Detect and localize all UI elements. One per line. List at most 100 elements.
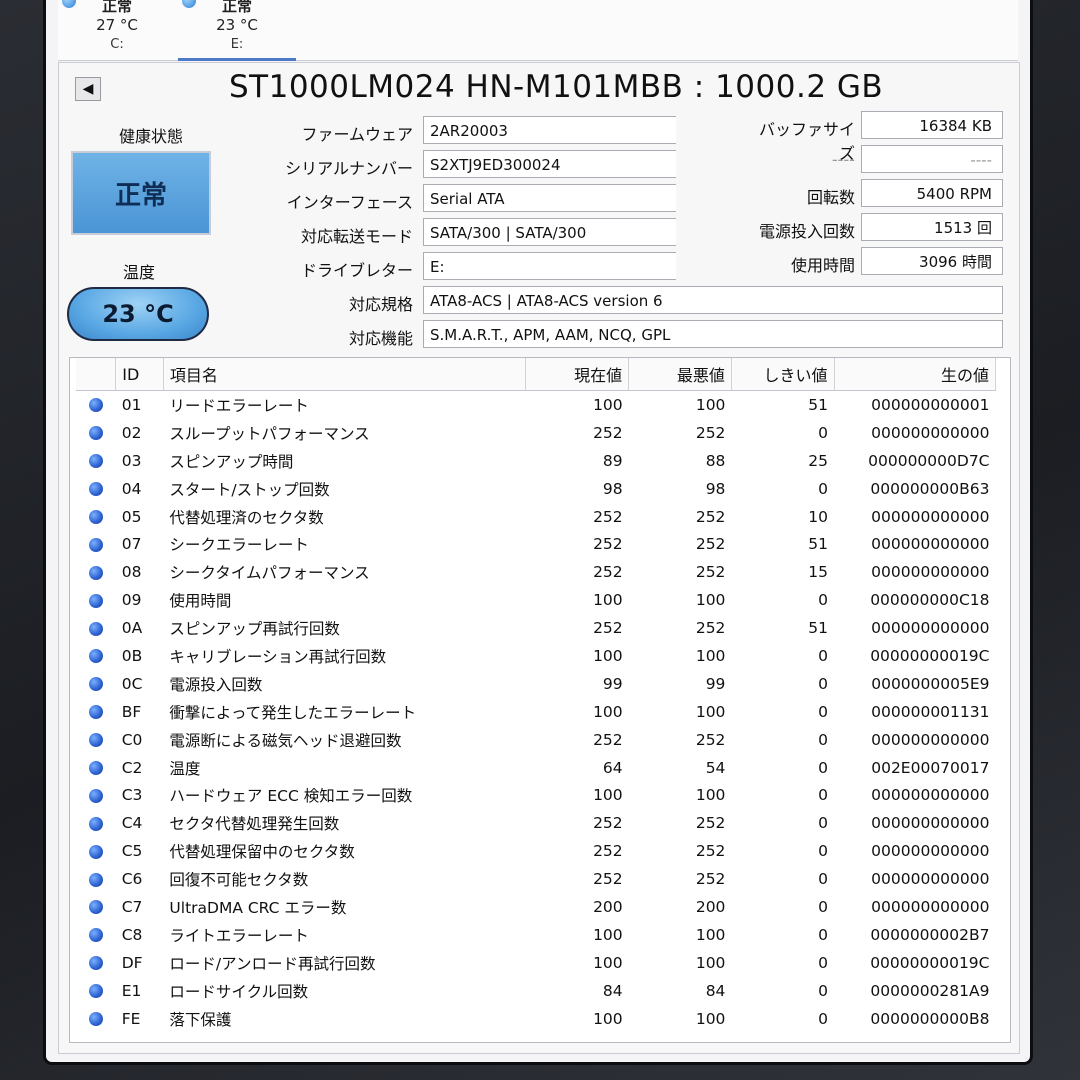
attribute-current: 252 — [593, 507, 623, 526]
attribute-id: C4 — [121, 814, 143, 833]
table-row[interactable]: C3 ハードウェア ECC 検知エラー回数 100 100 0 000000000000 — [76, 781, 996, 809]
attribute-name: 代替処理済のセクタ数 — [169, 508, 324, 527]
attribute-name: セクタ代替処理発生回数 — [169, 815, 340, 834]
table-row[interactable]: 01 リードエラーレート 100 100 51 000000000001 — [76, 391, 996, 419]
attribute-id: C3 — [121, 786, 143, 805]
attribute-id: C8 — [121, 925, 143, 944]
attribute-name: 電源断による磁気ヘッド退避回数 — [169, 731, 402, 750]
attribute-worst: 98 — [705, 479, 726, 498]
table-row[interactable]: 0B キャリブレーション再試行回数 100 100 0 00000000019C — [76, 642, 996, 670]
table-row[interactable]: 04 スタート/ストップ回数 98 98 0 000000000B63 — [76, 475, 996, 503]
table-body: 01 リードエラーレート 100 100 51 000000000001 02 スループット… — [76, 391, 996, 1033]
table-row[interactable]: C8 ライトエラーレート 100 100 0 0000000002B7 — [76, 921, 996, 949]
attribute-name: 使用時間 — [169, 592, 232, 611]
attribute-id: DF — [121, 953, 143, 972]
drive-tab-temp: 23 °C — [216, 16, 258, 34]
drive-tab-bar: 正常 27 °C C: 正常 23 °C E: — [58, 0, 1018, 61]
column-header-raw[interactable]: 生の値 — [834, 358, 996, 391]
attribute-raw: 000000000000 — [871, 870, 990, 889]
health-label: 健康状態 — [118, 127, 183, 146]
table-row[interactable]: 02 スループットパフォーマンス 252 252 0 000000000000 — [76, 419, 996, 447]
attribute-current: 252 — [593, 423, 623, 442]
attribute-id: 0C — [121, 674, 143, 693]
attribute-id: BF — [121, 702, 142, 721]
temperature-badge[interactable]: 23 °C — [67, 287, 209, 341]
power-on-hours-value: 3096 時間 — [861, 247, 1003, 275]
attribute-threshold: 0 — [818, 591, 828, 610]
attribute-threshold: 0 — [818, 758, 828, 777]
attribute-name: キャリブレーション再試行回数 — [169, 647, 387, 666]
column-header-status[interactable] — [76, 358, 117, 391]
status-dot-icon — [88, 872, 103, 887]
attribute-worst: 100 — [695, 646, 726, 665]
attribute-worst: 99 — [705, 674, 726, 693]
status-dot-icon — [88, 984, 103, 999]
status-dot-icon — [88, 761, 103, 776]
column-header-id[interactable]: ID — [115, 358, 164, 391]
attribute-name: ライトエラーレート — [169, 926, 309, 945]
table-row[interactable]: E1 ロードサイクル回数 84 84 0 0000000281A9 — [76, 977, 996, 1005]
status-dot-icon — [88, 510, 103, 524]
table-row[interactable]: 08 シークタイムパフォーマンス 252 252 15 000000000000 — [76, 558, 996, 586]
drive-tab-temp: 27 °C — [96, 16, 138, 34]
attribute-worst: 100 — [695, 925, 726, 944]
table-row[interactable]: 03 スピンアップ時間 89 88 25 000000000D7C — [76, 447, 996, 475]
table-row[interactable]: FE 落下保護 100 100 0 0000000000B8 — [76, 1005, 996, 1033]
table-row[interactable]: 0A スピンアップ再試行回数 252 252 51 000000000000 — [76, 614, 996, 642]
attribute-threshold: 0 — [818, 674, 828, 693]
column-header-current[interactable]: 現在値 — [525, 358, 630, 391]
column-header-name[interactable]: 項目名 — [163, 358, 527, 391]
attribute-worst: 84 — [705, 981, 726, 1000]
attribute-raw: 000000000000 — [871, 786, 990, 805]
attribute-name: リードエラーレート — [169, 396, 309, 415]
attribute-threshold: 0 — [818, 870, 828, 889]
attribute-id: 0A — [121, 619, 143, 638]
attribute-threshold: 0 — [818, 981, 828, 1000]
table-row[interactable]: C2 温度 64 54 0 002E00070017 — [76, 754, 996, 782]
rotation-rate-label: 回転数 — [806, 188, 855, 207]
column-header-worst[interactable]: 最悪値 — [628, 358, 732, 391]
attribute-worst: 252 — [695, 563, 726, 582]
column-header-threshold[interactable]: しきい値 — [731, 358, 835, 391]
table-row[interactable]: 09 使用時間 100 100 0 000000000C18 — [76, 586, 996, 614]
status-dot-icon — [88, 454, 103, 469]
status-dot-icon — [88, 621, 103, 636]
attribute-current: 100 — [593, 395, 623, 414]
table-row[interactable]: 0C 電源投入回数 99 99 0 0000000005E9 — [76, 670, 996, 698]
attribute-name: ハードウェア ECC 検知エラー回数 — [169, 787, 413, 806]
table-row[interactable]: BF 衝撃によって発生したエラーレート 100 100 0 000000001131 — [76, 698, 996, 726]
attribute-raw: 000000000000 — [871, 423, 990, 442]
drive-tab-c[interactable]: 正常 27 °C C: — [58, 0, 176, 58]
table-header-row: ID 項目名 現在値 最悪値 しきい値 生の値 — [76, 358, 996, 391]
attribute-worst: 100 — [695, 702, 726, 721]
attribute-id: 01 — [121, 395, 142, 414]
status-dot-icon — [88, 816, 103, 831]
status-dot-icon — [88, 733, 103, 748]
table-row[interactable]: 07 シークエラーレート 252 252 51 000000000000 — [76, 530, 996, 558]
table-row[interactable]: 05 代替処理済のセクタ数 252 252 10 000000000000 — [76, 503, 996, 531]
attribute-worst: 252 — [695, 507, 726, 526]
blank-value: ---- — [861, 145, 1003, 173]
status-dot-icon — [88, 788, 103, 803]
table-row[interactable]: C4 セクタ代替処理発生回数 252 252 0 000000000000 — [76, 809, 996, 837]
attribute-current: 100 — [593, 702, 623, 721]
table-row[interactable]: C5 代替処理保留中のセクタ数 252 252 0 000000000000 — [76, 837, 996, 865]
table-row[interactable]: C0 電源断による磁気ヘッド退避回数 252 252 0 000000000000 — [76, 726, 996, 754]
attribute-worst: 252 — [695, 870, 726, 889]
drive-tab-e[interactable]: 正常 23 °C E: — [178, 0, 296, 61]
transfer-mode-label: 対応転送モード — [300, 227, 413, 246]
attribute-name: ロードサイクル回数 — [169, 982, 309, 1001]
attribute-raw: 0000000000B8 — [870, 1009, 990, 1028]
attribute-worst: 100 — [695, 1009, 726, 1028]
health-status-badge[interactable]: 正常 — [71, 151, 211, 235]
attribute-worst: 252 — [695, 730, 726, 749]
table-row[interactable]: C7 UltraDMA CRC エラー数 200 200 0 000000000000 — [76, 893, 996, 921]
previous-drive-button[interactable]: ◀ — [75, 77, 101, 101]
attribute-worst: 100 — [695, 591, 726, 610]
table-row[interactable]: DF ロード/アンロード再試行回数 100 100 0 00000000019C — [76, 949, 996, 977]
attribute-name: 落下保護 — [169, 1010, 232, 1029]
table-row[interactable]: C6 回復不可能セクタ数 252 252 0 000000000000 — [76, 865, 996, 893]
attribute-threshold: 0 — [818, 479, 828, 498]
attribute-id: C2 — [121, 758, 143, 777]
status-dot-icon — [88, 649, 103, 664]
